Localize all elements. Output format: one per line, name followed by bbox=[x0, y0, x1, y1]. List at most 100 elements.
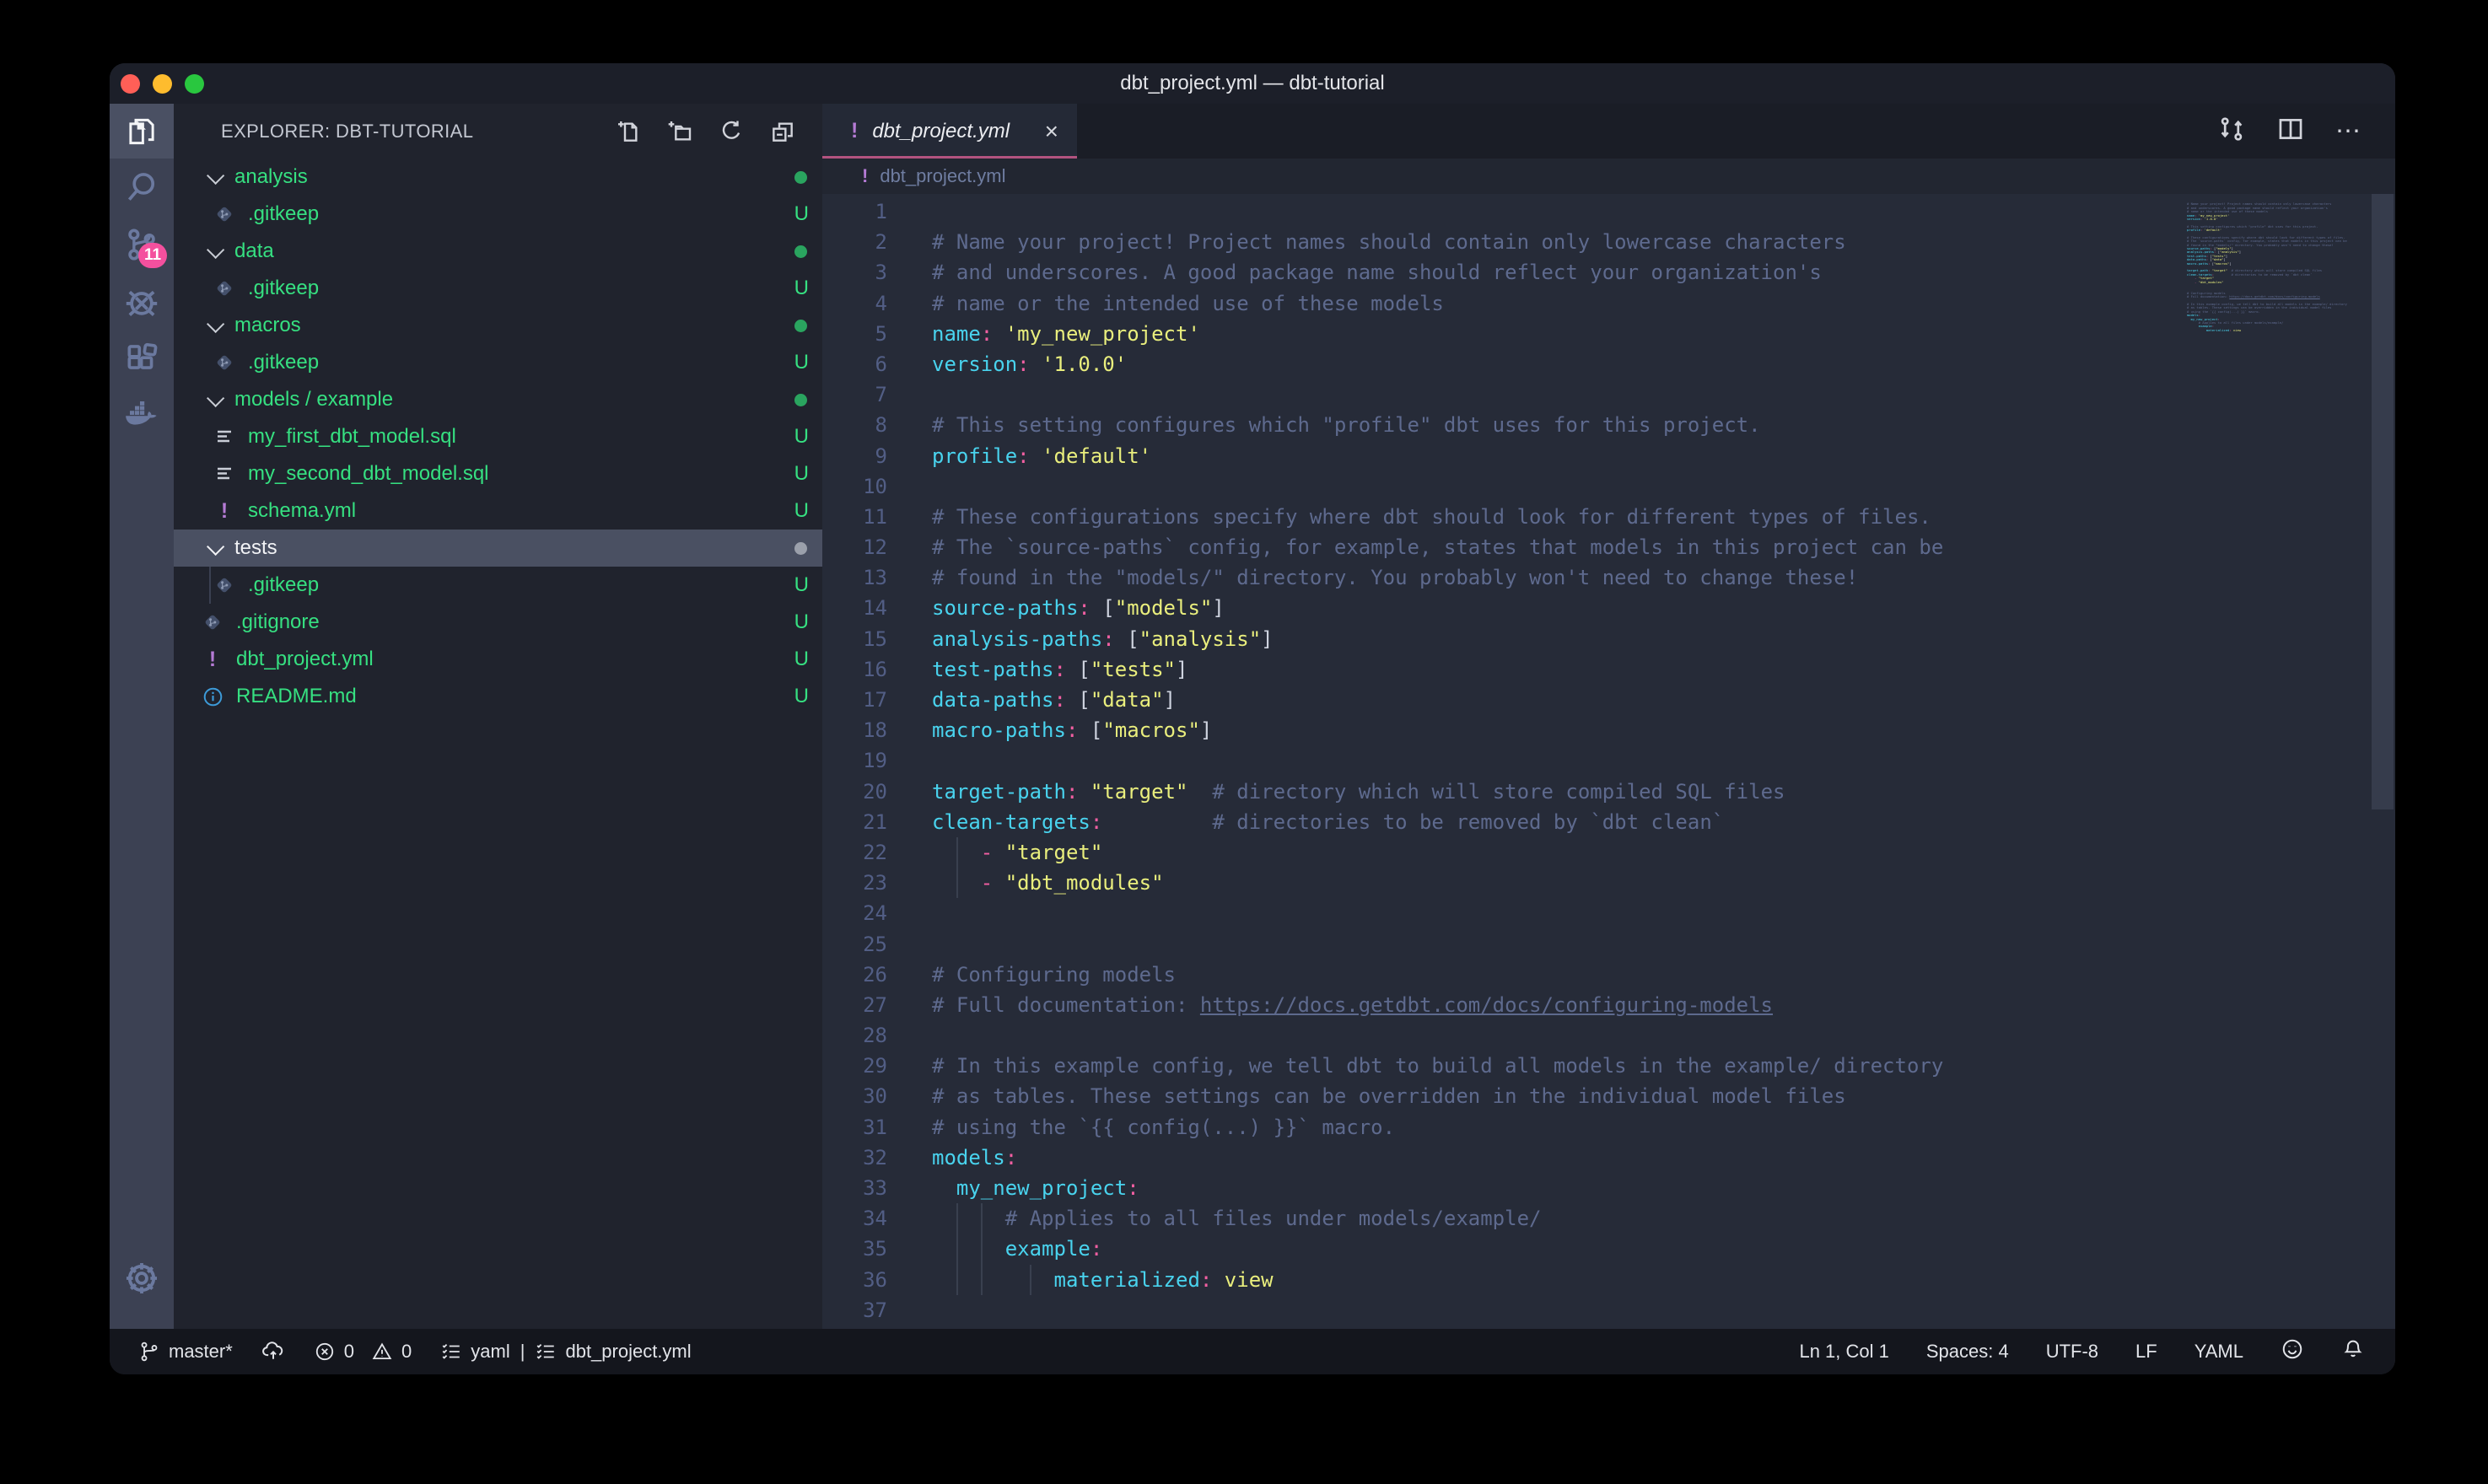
line-number[interactable]: 6 bbox=[822, 349, 887, 379]
code-line-19: 19 bbox=[822, 745, 2395, 776]
line-number[interactable]: 4 bbox=[822, 288, 887, 319]
cursor-position[interactable]: Ln 1, Col 1 bbox=[1799, 1341, 1888, 1363]
line-number[interactable]: 22 bbox=[822, 837, 887, 868]
code-line-22: 22 - "target" bbox=[822, 837, 2395, 868]
tree-item-dbt-project-yml[interactable]: !dbt_project.ymlU bbox=[174, 641, 822, 678]
sync-changes-button[interactable] bbox=[261, 1340, 285, 1363]
line-number[interactable]: 5 bbox=[822, 319, 887, 349]
line-number[interactable]: 12 bbox=[822, 532, 887, 562]
eol-setting[interactable]: LF bbox=[2135, 1341, 2157, 1363]
docker-icon[interactable] bbox=[110, 388, 174, 445]
line-number[interactable]: 21 bbox=[822, 807, 887, 837]
tree-item-readme-md[interactable]: README.mdU bbox=[174, 678, 822, 715]
line-number[interactable]: 19 bbox=[822, 745, 887, 776]
tree-item--gitkeep[interactable]: .gitkeepU bbox=[174, 344, 822, 381]
code-line-3: 3# and underscores. A good package name … bbox=[822, 257, 2395, 288]
more-actions-icon[interactable]: ⋯ bbox=[2335, 116, 2363, 146]
line-number[interactable]: 15 bbox=[822, 624, 887, 654]
code-line-23: 23 - "dbt_modules" bbox=[822, 868, 2395, 898]
line-number[interactable]: 29 bbox=[822, 1051, 887, 1081]
code-line-30: 30# as tables. These settings can be ove… bbox=[822, 1081, 2395, 1111]
line-number[interactable]: 23 bbox=[822, 868, 887, 898]
code-line-6: 6version: '1.0.0' bbox=[822, 349, 2395, 379]
notifications-bell-icon[interactable] bbox=[2341, 1337, 2365, 1366]
run-debug-icon[interactable] bbox=[110, 273, 174, 331]
explorer-title: EXPLORER: DBT-TUTORIAL bbox=[221, 121, 473, 142]
git-untracked-badge: U bbox=[794, 425, 809, 449]
line-number[interactable]: 32 bbox=[822, 1143, 887, 1173]
tree-item-macros[interactable]: macros bbox=[174, 307, 822, 344]
code-line-35: 35 example: bbox=[822, 1234, 2395, 1264]
new-folder-icon[interactable] bbox=[665, 117, 694, 146]
collapse-folders-icon[interactable] bbox=[768, 117, 797, 146]
line-number[interactable]: 37 bbox=[822, 1295, 887, 1325]
line-number[interactable]: 36 bbox=[822, 1265, 887, 1295]
tree-item-my-second-dbt-model-sql[interactable]: my_second_dbt_model.sqlU bbox=[174, 455, 822, 492]
tree-item-analysis[interactable]: analysis bbox=[174, 159, 822, 196]
editor-scrollbar[interactable] bbox=[2372, 194, 2394, 809]
code-line-24: 24 bbox=[822, 898, 2395, 928]
line-number[interactable]: 17 bbox=[822, 685, 887, 715]
window-title: dbt_project.yml — dbt-tutorial bbox=[110, 72, 2395, 95]
line-number[interactable]: 34 bbox=[822, 1203, 887, 1234]
indentation-setting[interactable]: Spaces: 4 bbox=[1926, 1341, 2009, 1363]
search-icon[interactable] bbox=[110, 159, 174, 216]
tree-item--gitkeep[interactable]: .gitkeepU bbox=[174, 567, 822, 604]
line-number[interactable]: 31 bbox=[822, 1112, 887, 1143]
code-line-8: 8# This setting configures which "profil… bbox=[822, 410, 2395, 440]
yaml-schema-status[interactable]: yaml | dbt_project.yml bbox=[440, 1341, 691, 1363]
feedback-smiley-icon[interactable] bbox=[2281, 1337, 2304, 1366]
git-untracked-badge: U bbox=[794, 462, 809, 486]
line-number[interactable]: 14 bbox=[822, 593, 887, 623]
line-number[interactable]: 20 bbox=[822, 777, 887, 807]
status-bar: master* 0 0 yaml | dbt_project.yml bbox=[110, 1329, 2395, 1374]
line-number[interactable]: 2 bbox=[822, 227, 887, 257]
breadcrumb[interactable]: ! dbt_project.yml bbox=[822, 159, 2395, 194]
language-mode[interactable]: YAML bbox=[2195, 1341, 2243, 1363]
open-changes-icon[interactable] bbox=[2217, 115, 2246, 148]
minimap[interactable]: # Name your project! Project names shoul… bbox=[2187, 199, 2368, 336]
new-file-icon[interactable] bbox=[614, 117, 643, 146]
tree-item-models-example[interactable]: models / example bbox=[174, 381, 822, 418]
tree-item--gitignore[interactable]: .gitignoreU bbox=[174, 604, 822, 641]
code-line-18: 18macro-paths: ["macros"] bbox=[822, 715, 2395, 745]
extensions-icon[interactable] bbox=[110, 331, 174, 388]
settings-gear-icon[interactable] bbox=[110, 1250, 174, 1307]
code-editor[interactable]: 12 # Name your project! Project names sho… bbox=[822, 194, 2395, 1329]
line-number[interactable]: 3 bbox=[822, 257, 887, 288]
line-number[interactable]: 7 bbox=[822, 379, 887, 410]
line-number[interactable]: 33 bbox=[822, 1173, 887, 1203]
tree-item-my-first-dbt-model-sql[interactable]: my_first_dbt_model.sqlU bbox=[174, 418, 822, 455]
tab-dbt-project-yml[interactable]: ! dbt_project.yml × bbox=[822, 104, 1077, 159]
line-number[interactable]: 28 bbox=[822, 1020, 887, 1051]
tree-item-tests[interactable]: tests bbox=[174, 530, 822, 567]
code-line-11: 11# These configurations specify where d… bbox=[822, 502, 2395, 532]
problems-status[interactable]: 0 0 bbox=[314, 1341, 412, 1363]
line-number[interactable]: 25 bbox=[822, 929, 887, 960]
tree-item-schema-yml[interactable]: !schema.ymlU bbox=[174, 492, 822, 530]
close-tab-icon[interactable]: × bbox=[1045, 120, 1058, 143]
line-number[interactable]: 18 bbox=[822, 715, 887, 745]
line-number[interactable]: 1 bbox=[822, 196, 887, 227]
line-number[interactable]: 13 bbox=[822, 562, 887, 593]
encoding-setting[interactable]: UTF-8 bbox=[2046, 1341, 2098, 1363]
git-branch-status[interactable]: master* bbox=[138, 1341, 233, 1363]
line-number[interactable]: 11 bbox=[822, 502, 887, 532]
explorer-icon[interactable] bbox=[110, 104, 174, 159]
tree-item--gitkeep[interactable]: .gitkeepU bbox=[174, 196, 822, 233]
split-editor-icon[interactable] bbox=[2276, 115, 2305, 148]
line-number[interactable]: 26 bbox=[822, 960, 887, 990]
tree-item-data[interactable]: data bbox=[174, 233, 822, 270]
refresh-explorer-icon[interactable] bbox=[717, 117, 746, 146]
line-number[interactable]: 27 bbox=[822, 990, 887, 1020]
line-number[interactable]: 8 bbox=[822, 410, 887, 440]
breadcrumb-file-label[interactable]: dbt_project.yml bbox=[880, 165, 1005, 187]
line-number[interactable]: 10 bbox=[822, 471, 887, 502]
line-number[interactable]: 9 bbox=[822, 441, 887, 471]
line-number[interactable]: 30 bbox=[822, 1081, 887, 1111]
source-control-icon[interactable]: 11 bbox=[110, 216, 174, 273]
line-number[interactable]: 35 bbox=[822, 1234, 887, 1264]
line-number[interactable]: 16 bbox=[822, 654, 887, 685]
tree-item--gitkeep[interactable]: .gitkeepU bbox=[174, 270, 822, 307]
line-number[interactable]: 24 bbox=[822, 898, 887, 928]
